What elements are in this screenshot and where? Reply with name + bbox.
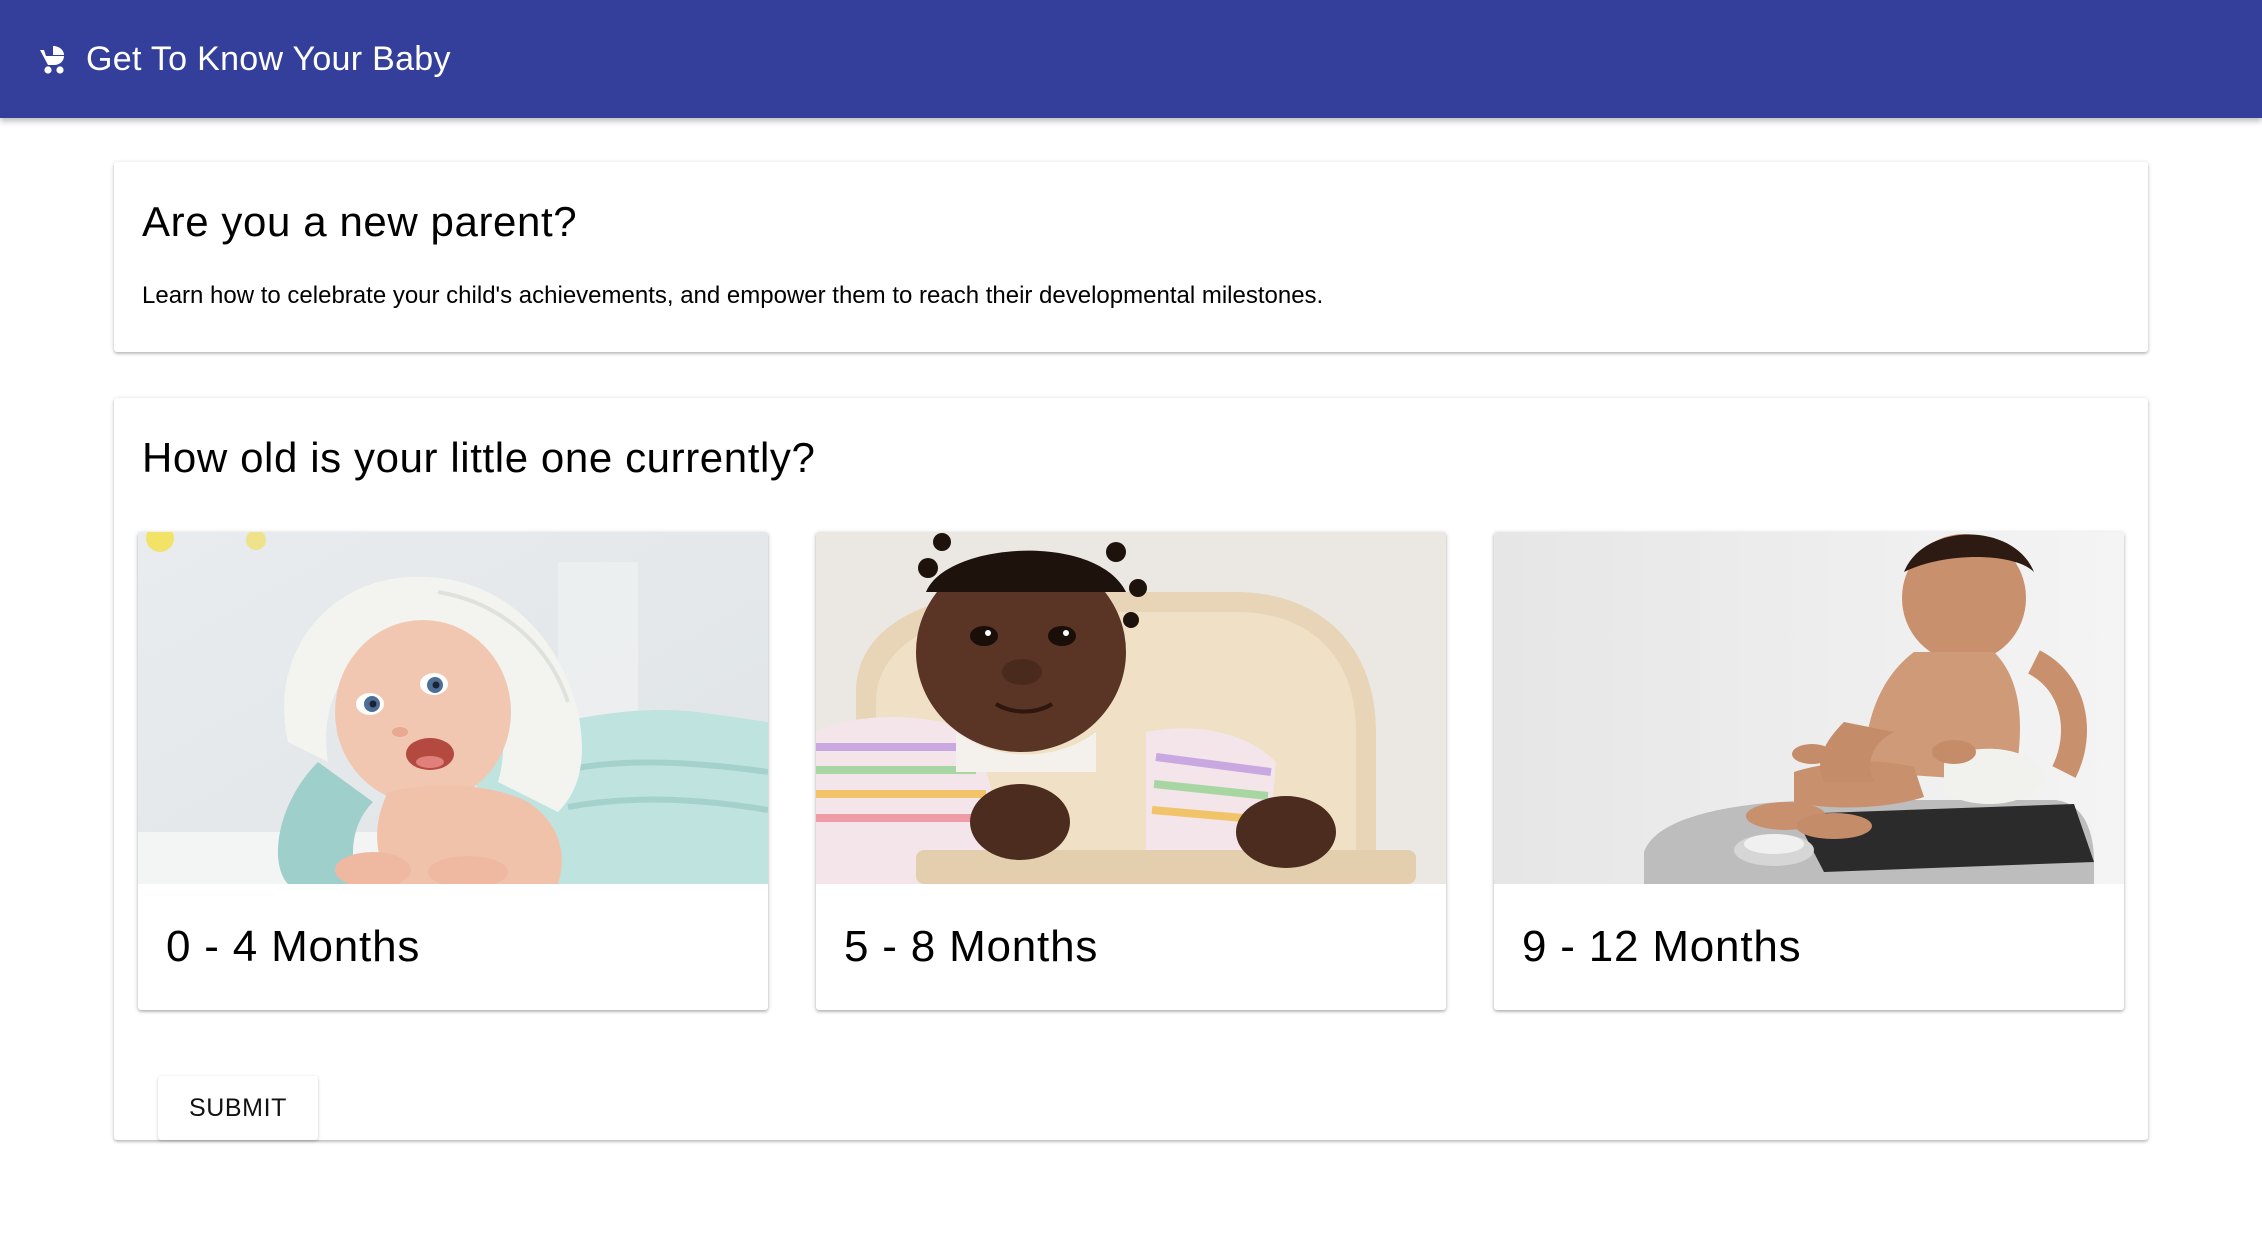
submit-button[interactable]: SUBMIT — [158, 1076, 318, 1140]
app-bar: Get To Know Your Baby — [0, 0, 2262, 118]
baby-with-towel-hood-photo — [138, 532, 768, 884]
baby-stroller-icon — [36, 41, 72, 77]
age-option-label: 9 - 12 Months — [1522, 922, 1802, 971]
age-option-0-4-months[interactable]: 0 - 4 Months — [138, 532, 768, 1010]
age-option-9-12-months[interactable]: 9 - 12 Months — [1494, 532, 2124, 1010]
intro-heading: Are you a new parent? — [142, 198, 578, 245]
age-question-card: How old is your little one currently? 0 … — [114, 398, 2148, 1140]
age-option-label: 0 - 4 Months — [166, 922, 421, 971]
age-option-label: 5 - 8 Months — [844, 922, 1099, 971]
app-title: Get To Know Your Baby — [86, 39, 451, 78]
age-option-5-8-months[interactable]: 5 - 8 Months — [816, 532, 1446, 1010]
age-question-heading: How old is your little one currently? — [142, 434, 816, 481]
baby-on-scale-photo — [1494, 532, 2124, 884]
intro-text: Learn how to celebrate your child's achi… — [142, 282, 1324, 309]
baby-in-high-chair-photo — [816, 532, 1446, 884]
intro-card: Are you a new parent? Learn how to celeb… — [114, 162, 2148, 352]
